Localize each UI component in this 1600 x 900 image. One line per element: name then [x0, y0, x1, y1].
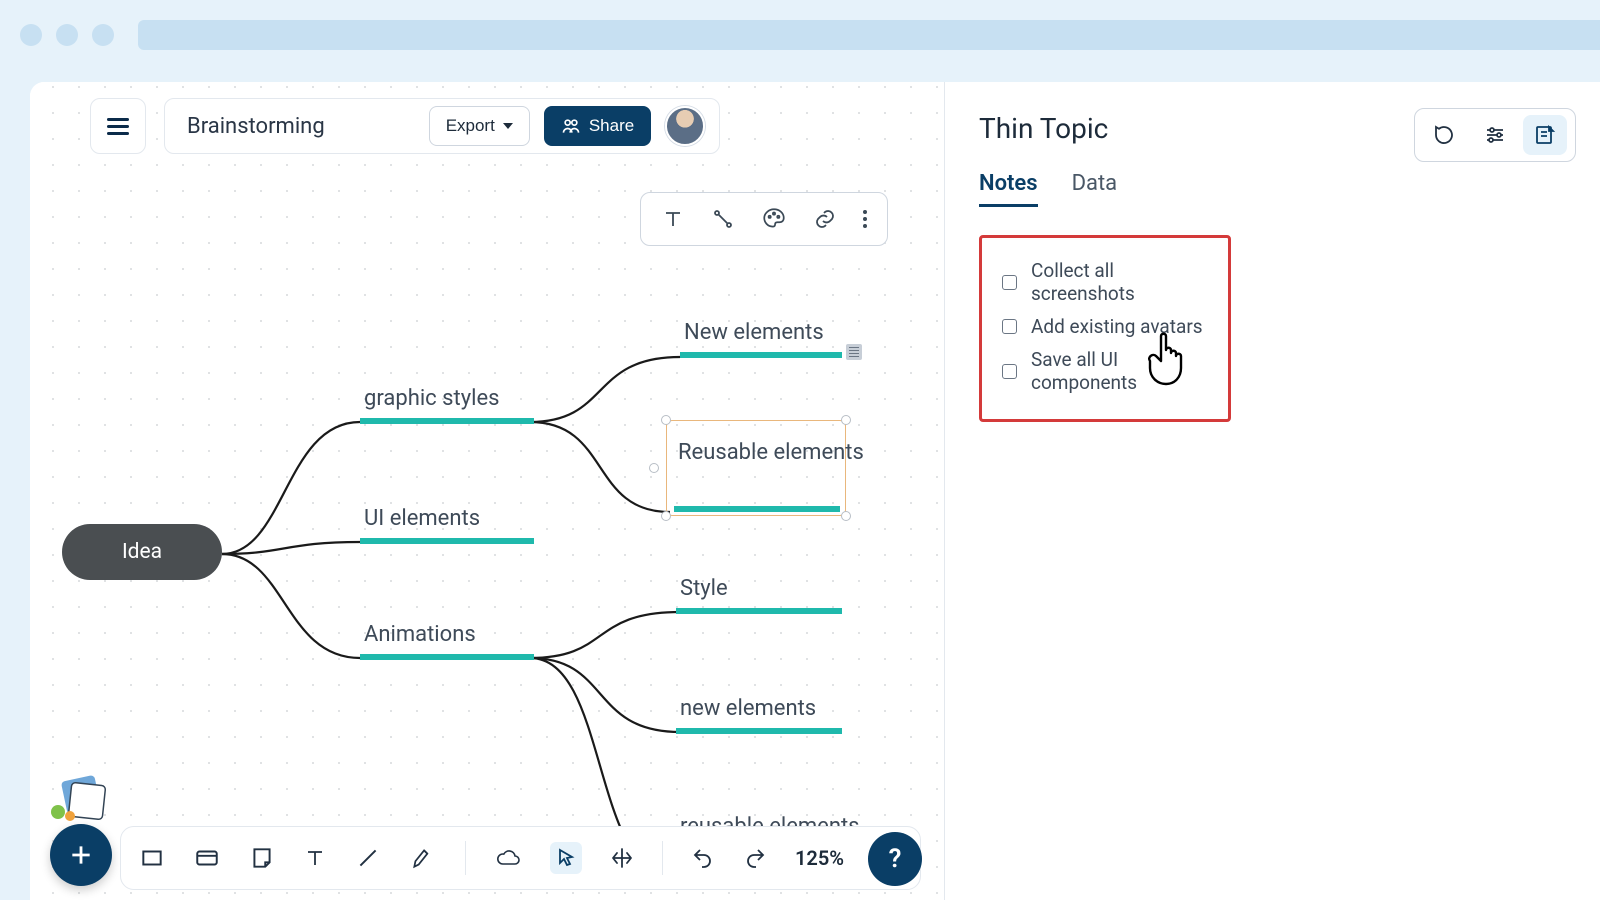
link-tool-button[interactable] — [813, 207, 837, 231]
text-tool-button[interactable] — [661, 207, 685, 231]
node-reusable-elements-selected[interactable]: Reusable elements — [678, 440, 788, 466]
pointer-tool-button[interactable] — [550, 842, 582, 874]
main-menu-button[interactable] — [90, 98, 146, 154]
export-button[interactable]: Export — [429, 106, 530, 146]
settings-sliders-button[interactable] — [1473, 115, 1517, 155]
checkbox-icon[interactable] — [1002, 319, 1017, 334]
node-underline — [360, 538, 534, 544]
connector-tool-button[interactable] — [711, 207, 735, 231]
node-graphic-styles[interactable]: graphic styles — [364, 386, 499, 411]
traffic-light-dot — [56, 24, 78, 46]
node-underline — [676, 608, 842, 614]
node-ui-elements[interactable]: UI elements — [364, 506, 480, 531]
app-window: Brainstorming Export Share — [30, 82, 1600, 900]
line-tool-button[interactable] — [355, 845, 381, 871]
node-underline — [360, 654, 534, 660]
document-title[interactable]: Brainstorming — [187, 114, 415, 139]
node-underline — [680, 352, 842, 358]
node-underline — [360, 418, 534, 424]
checkbox-icon[interactable] — [1002, 364, 1017, 379]
add-element-fab[interactable] — [50, 824, 112, 886]
notes-indicator-icon[interactable] — [846, 344, 862, 360]
more-menu-button[interactable] — [863, 210, 867, 228]
caret-down-icon — [503, 123, 513, 129]
cloud-sync-button[interactable] — [494, 846, 522, 870]
node-format-toolbar — [640, 192, 888, 246]
toolbar-separator — [662, 841, 663, 875]
side-panel: Thin Topic Notes Data Collect all screen… — [944, 82, 1600, 900]
export-button-label: Export — [446, 116, 495, 136]
mindmap-root-node[interactable]: Idea — [62, 524, 222, 580]
share-button-label: Share — [589, 116, 634, 136]
node-style[interactable]: Style — [680, 576, 728, 601]
address-bar-placeholder — [138, 20, 1600, 50]
node-new-elements[interactable]: New elements — [684, 320, 824, 345]
help-fab-label: ? — [889, 844, 902, 874]
palette-tool-button[interactable] — [761, 206, 787, 232]
checklist-item[interactable]: Collect all screenshots — [1002, 254, 1208, 310]
cursor-hand-icon — [1141, 328, 1195, 388]
node-underline — [676, 728, 842, 734]
undo-button[interactable] — [691, 846, 715, 870]
traffic-light-dot — [92, 24, 114, 46]
comments-button[interactable] — [1423, 115, 1467, 155]
highlighter-button[interactable] — [409, 845, 437, 871]
tab-data[interactable]: Data — [1072, 171, 1118, 207]
user-avatar[interactable] — [665, 106, 705, 146]
node-animations[interactable]: Animations — [364, 622, 476, 647]
shape-card-button[interactable] — [193, 845, 221, 871]
traffic-light-dot — [20, 24, 42, 46]
shape-note-button[interactable] — [249, 845, 275, 871]
bottom-toolbar: 125% — [120, 826, 921, 890]
people-icon — [561, 116, 581, 136]
tab-notes[interactable]: Notes — [979, 171, 1038, 207]
side-panel-tabs: Notes Data — [979, 171, 1566, 207]
selection-box[interactable] — [666, 420, 846, 516]
checkbox-icon[interactable] — [1002, 275, 1017, 290]
canvas-pane[interactable]: Brainstorming Export Share — [30, 82, 944, 900]
root-label: Idea — [122, 540, 162, 564]
redo-button[interactable] — [743, 846, 767, 870]
checklist-item-label: Collect all screenshots — [1031, 259, 1208, 305]
side-panel-tools — [1414, 108, 1576, 162]
stickers-button[interactable] — [50, 772, 112, 822]
notes-panel-button[interactable] — [1523, 115, 1567, 155]
text-insert-button[interactable] — [303, 845, 327, 871]
pan-tool-button[interactable] — [610, 846, 634, 870]
toolbar-separator — [465, 841, 466, 875]
document-header-card: Brainstorming Export Share — [164, 98, 720, 154]
zoom-level[interactable]: 125% — [795, 846, 844, 870]
share-button[interactable]: Share — [544, 106, 651, 146]
node-new-elements-2[interactable]: new elements — [680, 696, 816, 721]
node-underline — [674, 506, 840, 512]
browser-chrome — [0, 0, 1600, 50]
help-fab[interactable]: ? — [868, 832, 922, 886]
shape-rectangle-button[interactable] — [139, 845, 165, 871]
